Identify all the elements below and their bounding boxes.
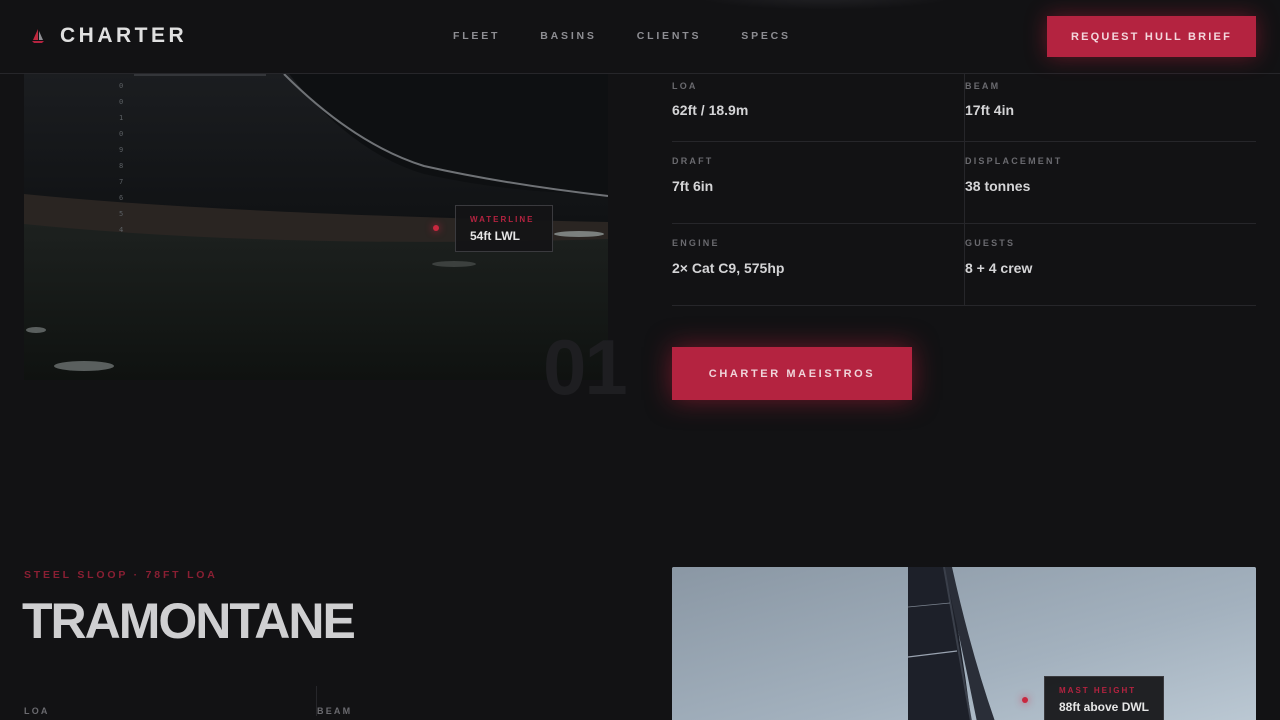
header-glow (690, 0, 960, 10)
brand-name: CHARTER (60, 24, 188, 47)
request-hull-brief-button[interactable]: REQUEST HULL BRIEF (1047, 16, 1256, 57)
svg-text:7: 7 (119, 178, 123, 186)
mast-callout-value: 88ft above DWL (1059, 700, 1150, 714)
waterline-callout-label: WATERLINE (470, 215, 535, 224)
spec-value: 17ft 4in (965, 102, 1015, 118)
waterline-callout: WATERLINE 54ft LWL (455, 205, 553, 252)
waterline-marker-dot[interactable] (433, 225, 439, 231)
spec-beam: BEAM 17ft 4in (964, 74, 1256, 141)
vessel-title: TRAMONTANE (22, 593, 356, 649)
spec-label: ENGINE (672, 238, 720, 248)
vessel-index-number: 01 (543, 323, 628, 411)
spec-label: LOA (672, 81, 698, 91)
spec-label: DRAFT (672, 156, 714, 166)
nav-basins[interactable]: BASINS (540, 30, 596, 42)
spec-draft: DRAFT 7ft 6in (672, 142, 964, 223)
spec-value: 8 + 4 crew (965, 260, 1033, 276)
spec-row: LOA 62ft / 18.9m BEAM 17ft 4in (672, 74, 1256, 142)
svg-text:4: 4 (119, 226, 123, 234)
vessel-eyebrow: STEEL SLOOP · 78FT LOA (24, 569, 218, 581)
spec-label: LOA (24, 706, 50, 716)
spec-label: GUESTS (965, 238, 1016, 248)
spec-label: BEAM (316, 686, 608, 716)
page: CHARTER FLEET BASINS CLIENTS SPECS REQUE… (0, 0, 1280, 720)
spec-row: DRAFT 7ft 6in DISPLACEMENT 38 tonnes (672, 142, 1256, 224)
svg-text:0: 0 (119, 98, 123, 106)
svg-text:0: 0 (119, 82, 123, 90)
waterline-callout-value: 54ft LWL (470, 229, 520, 243)
spec-row: ENGINE 2× Cat C9, 575hp GUESTS 8 + 4 cre… (672, 224, 1256, 306)
charter-vessel-button[interactable]: CHARTER MAEISTROS (672, 347, 912, 400)
main-nav: FLEET BASINS CLIENTS SPECS (453, 30, 831, 42)
spec-engine: ENGINE 2× Cat C9, 575hp (672, 224, 964, 305)
spec-loa: LOA 62ft / 18.9m (672, 74, 964, 141)
mast-callout-label: MAST HEIGHT (1059, 686, 1137, 695)
mast-callout: MAST HEIGHT 88ft above DWL (1044, 676, 1164, 720)
svg-text:0: 0 (119, 130, 123, 138)
mast-marker-dot[interactable] (1022, 697, 1028, 703)
nav-clients[interactable]: CLIENTS (637, 30, 702, 42)
spec-value: 38 tonnes (965, 178, 1031, 194)
svg-text:6: 6 (119, 194, 123, 202)
sail-photo-art (672, 567, 1256, 720)
vessel-specs-grid: LOA 62ft / 18.9m BEAM 17ft 4in DRAFT 7ft… (672, 74, 1256, 306)
svg-text:5: 5 (119, 210, 123, 218)
brand[interactable]: CHARTER (30, 24, 187, 48)
spec-displacement: DISPLACEMENT 38 tonnes (964, 142, 1256, 223)
spec-guests: GUESTS 8 + 4 crew (964, 224, 1256, 305)
sail-logo-icon (32, 29, 44, 43)
spec-label: BEAM (965, 81, 1001, 91)
spec-value: 7ft 6in (672, 178, 714, 194)
spec-value: 62ft / 18.9m (672, 102, 749, 118)
svg-text:8: 8 (119, 162, 123, 170)
svg-text:9: 9 (119, 146, 123, 154)
sail-photo (672, 567, 1256, 720)
spec-label: DISPLACEMENT (965, 156, 1063, 166)
vessel2-specs: LOA BEAM (24, 686, 608, 716)
site-header: CHARTER FLEET BASINS CLIENTS SPECS REQUE… (0, 0, 1280, 74)
nav-fleet[interactable]: FLEET (453, 30, 500, 42)
nav-specs[interactable]: SPECS (741, 30, 791, 42)
svg-text:1: 1 (119, 114, 123, 122)
spec-value: 2× Cat C9, 575hp (672, 260, 785, 276)
